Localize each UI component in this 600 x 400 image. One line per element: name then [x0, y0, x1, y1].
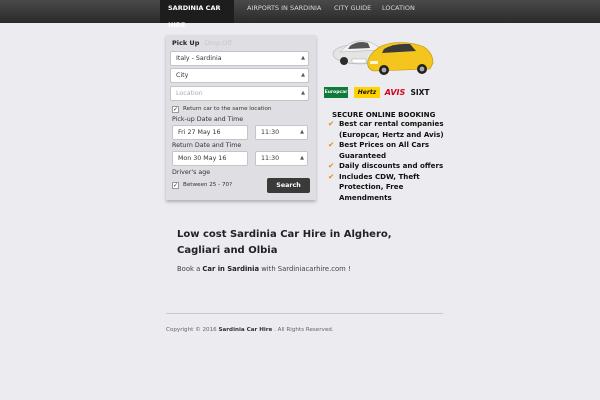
page-heading: Low cost Sardinia Car Hire in Alghero, C… — [177, 229, 392, 256]
benefit-text: Best Prices on All Cars Guaranteed — [339, 140, 430, 160]
list-item: ✔ Best Prices on All Cars Guaranteed — [328, 140, 448, 161]
form-tabs: Pick Up Drop Off — [172, 39, 232, 47]
search-button[interactable]: Search — [267, 178, 310, 193]
return-same-label: Return car to the same location — [183, 106, 272, 112]
avis-logo: AVIS — [384, 88, 406, 97]
pickup-date-value: Fri 27 May 16 — [178, 129, 221, 136]
checkmark-icon: ✔ — [328, 119, 335, 128]
booking-title: SECURE ONLINE BOOKING — [332, 110, 436, 119]
rights-text: . All Rights Reserved. — [274, 327, 334, 333]
tab-pickup[interactable]: Pick Up — [172, 39, 199, 47]
return-label: Return Date and Time — [172, 142, 242, 149]
return-time-value: 11:30 — [261, 155, 280, 162]
age-checkbox[interactable]: ✓ — [172, 182, 179, 189]
nav-item-airports[interactable]: AIRPORTS IN SARDINIA — [239, 0, 329, 23]
booking-form: Pick Up Drop Off Italy - Sardinia ▲ City… — [166, 35, 316, 200]
pickup-time-select[interactable]: 11:30 ▲ — [255, 125, 308, 140]
benefit-text: Daily discounts and offers — [339, 161, 444, 170]
sixt-logo: SIXT — [409, 87, 431, 98]
list-item: ✔ Includes CDW, Theft Protection, Free A… — [328, 172, 448, 204]
return-date-value: Mon 30 May 16 — [178, 155, 227, 162]
pickup-date-input[interactable]: Fri 27 May 16 — [172, 125, 248, 140]
city-select[interactable]: City ▲ — [170, 68, 309, 83]
country-select[interactable]: Italy - Sardinia ▲ — [170, 51, 309, 66]
location-select[interactable]: Location ▲ — [170, 86, 309, 101]
select-arrows-icon: ▲ — [301, 55, 305, 61]
footer-copyright: Copyright © 2016 Sardinia Car Hire . All… — [166, 325, 336, 336]
copyright-text: Copyright © 2016 — [166, 327, 217, 333]
city-select-value: City — [176, 72, 189, 79]
intro-suffix: with Sardiniacarhire.com ! — [261, 265, 351, 273]
return-date-input[interactable]: Mon 30 May 16 — [172, 151, 248, 166]
hertz-logo: Hertz — [354, 87, 380, 98]
checkmark-icon: ✔ — [328, 171, 335, 181]
nav-item-location[interactable]: LOCATION — [374, 0, 423, 23]
footer-brand-link[interactable]: Sardinia Car Hire — [219, 327, 273, 333]
europcar-logo: Europcar — [324, 87, 348, 98]
select-arrows-icon: ▲ — [301, 90, 305, 96]
location-placeholder: Location — [176, 90, 203, 97]
benefit-text: Includes CDW, Theft Protection, Free Ame… — [339, 171, 420, 202]
nav-item-sardinia-car-hire[interactable]: SARDINIA CAR HIRE — [160, 0, 234, 29]
checkmark-icon: ✔ — [328, 161, 335, 170]
checkmark-icon: ✔ — [328, 140, 335, 149]
footer-divider — [166, 313, 443, 314]
select-arrows-icon: ▲ — [300, 155, 304, 161]
country-select-value: Italy - Sardinia — [176, 55, 222, 62]
cars-image — [332, 40, 434, 75]
pickup-time-value: 11:30 — [261, 129, 280, 136]
age-range-label: Between 25 - 70? — [183, 182, 233, 188]
select-arrows-icon: ▲ — [301, 72, 305, 78]
sixt-logo-text: SIXT — [410, 88, 430, 97]
nav-item-city-guide[interactable]: CITY GUIDE — [326, 0, 379, 23]
select-arrows-icon: ▲ — [300, 129, 304, 135]
list-item: ✔ Daily discounts and offers — [328, 161, 448, 172]
benefits-list: ✔ Best car rental companies (Europcar, H… — [328, 119, 448, 203]
intro-prefix: Book a — [177, 265, 201, 273]
drivers-age-label: Driver's age — [172, 169, 211, 176]
benefit-text: Best car rental companies (Europcar, Her… — [339, 119, 444, 139]
return-same-checkbox[interactable]: ✓ — [172, 106, 179, 113]
return-time-select[interactable]: 11:30 ▲ — [255, 151, 308, 166]
pickup-label: Pick-up Date and Time — [172, 116, 244, 123]
top-navbar: SARDINIA CAR HIRE AIRPORTS IN SARDINIA C… — [0, 0, 600, 29]
intro-paragraph: Book a Car in Sardinia with Sardiniacarh… — [177, 265, 351, 273]
tab-dropoff[interactable]: Drop Off — [204, 39, 231, 47]
list-item: ✔ Best car rental companies (Europcar, H… — [328, 119, 448, 140]
intro-link[interactable]: Car in Sardinia — [202, 265, 259, 273]
